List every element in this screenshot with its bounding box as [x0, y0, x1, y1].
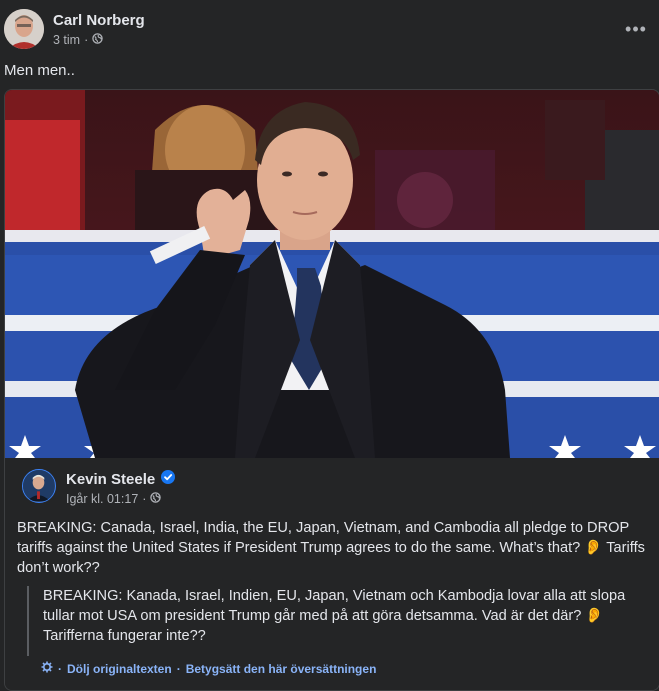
- post-caption: Men men..: [4, 62, 75, 79]
- shared-post-time[interactable]: Igår kl. 01:17: [66, 492, 138, 506]
- meta-separator: ·: [142, 492, 147, 506]
- post-photo[interactable]: [5, 90, 659, 458]
- translate-gear-icon: [41, 661, 53, 676]
- facebook-post: Carl Norberg 3 tim · ••• Men men.. Kevin…: [0, 0, 659, 691]
- shared-post-text: BREAKING: Canada, Israel, India, the EU,…: [17, 520, 645, 576]
- author-avatar[interactable]: [4, 9, 44, 49]
- shared-post: Kevin Steele Igår kl. 01:17 · BREAKING: …: [5, 458, 659, 690]
- more-icon: •••: [625, 18, 647, 39]
- post-time[interactable]: 3 tim: [53, 33, 80, 47]
- shared-author-name[interactable]: Kevin Steele: [66, 471, 155, 488]
- hide-original-link[interactable]: Dölj originaltexten: [67, 662, 172, 676]
- shared-author-avatar[interactable]: [22, 469, 56, 503]
- translated-text: BREAKING: Kanada, Israel, Indien, EU, Ja…: [27, 586, 647, 656]
- author-name[interactable]: Carl Norberg: [53, 12, 145, 29]
- meta-separator: ·: [84, 33, 89, 47]
- more-options-button[interactable]: •••: [622, 15, 650, 43]
- translation-actions: · Dölj originaltexten · Betygsätt den hä…: [41, 661, 376, 676]
- shared-post-meta: Igår kl. 01:17 ·: [66, 492, 162, 506]
- shared-author: Kevin Steele: [66, 470, 176, 488]
- globe-icon: [92, 33, 103, 47]
- link-separator: ·: [176, 661, 181, 676]
- post-meta: 3 tim ·: [53, 33, 103, 47]
- post-header: Carl Norberg 3 tim · •••: [4, 9, 654, 53]
- shared-post-card[interactable]: Kevin Steele Igår kl. 01:17 · BREAKING: …: [4, 89, 659, 691]
- link-separator: ·: [58, 661, 62, 676]
- verified-badge-icon: [161, 470, 176, 488]
- rate-translation-link[interactable]: Betygsätt den här översättningen: [186, 662, 377, 676]
- globe-icon: [150, 492, 162, 506]
